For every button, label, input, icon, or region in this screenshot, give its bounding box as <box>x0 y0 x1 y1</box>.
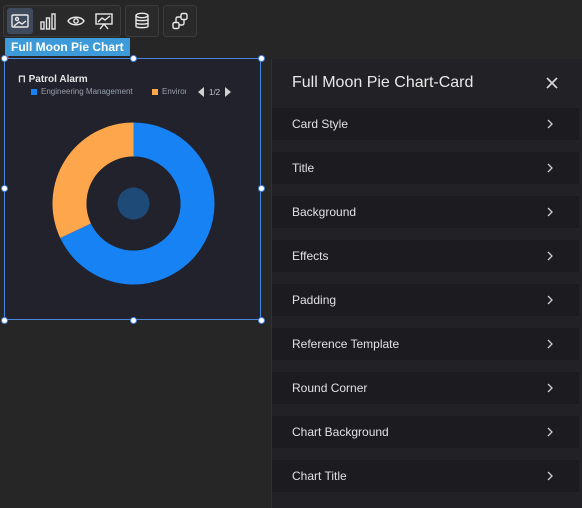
row-label: Chart Background <box>292 425 389 439</box>
chevron-right-icon <box>547 163 553 173</box>
database-icon[interactable] <box>129 8 155 34</box>
row-chart-background[interactable]: Chart Background <box>272 416 579 448</box>
resize-handle-nw[interactable] <box>1 55 8 62</box>
resize-handle-s[interactable] <box>130 317 137 324</box>
chevron-right-icon <box>547 295 553 305</box>
selected-component-label: Full Moon Pie Chart <box>5 38 130 56</box>
pie-chart-widget[interactable]: ⊓ Patrol Alarm Engineering Management En… <box>1 55 265 324</box>
row-background[interactable]: Background <box>272 196 579 228</box>
row-card-style[interactable]: Card Style <box>272 108 579 140</box>
chevron-right-icon <box>547 207 553 217</box>
visibility-icon[interactable] <box>63 8 89 34</box>
resize-handle-ne[interactable] <box>258 55 265 62</box>
chevron-right-icon <box>547 251 553 261</box>
row-label: Chart Title <box>292 469 347 483</box>
data-link-icon[interactable] <box>167 8 193 34</box>
row-label: Reference Template <box>292 337 400 351</box>
resize-handle-se[interactable] <box>258 317 265 324</box>
image-widget-icon[interactable] <box>7 8 33 34</box>
row-label: Effects <box>292 249 329 263</box>
row-label: Round Corner <box>292 381 368 395</box>
row-label: Card Style <box>292 117 349 131</box>
row-label: Background <box>292 205 357 219</box>
pie-center-dot <box>117 187 150 220</box>
row-reference-template[interactable]: Reference Template <box>272 328 579 360</box>
row-title[interactable]: Title <box>272 152 579 184</box>
toolbar-group-link <box>163 5 197 37</box>
row-round-corner[interactable]: Round Corner <box>272 372 579 404</box>
chevron-right-icon <box>547 471 553 481</box>
close-icon[interactable] <box>545 76 559 90</box>
resize-handle-w[interactable] <box>1 185 8 192</box>
bar-chart-icon[interactable] <box>35 8 61 34</box>
panel-title: Full Moon Pie Chart-Card <box>292 74 474 91</box>
chevron-right-icon <box>547 383 553 393</box>
presentation-chart-icon[interactable] <box>91 8 117 34</box>
row-padding[interactable]: Padding <box>272 284 579 316</box>
chevron-right-icon <box>547 339 553 349</box>
pie-chart-canvas <box>52 122 215 285</box>
resize-handle-n[interactable] <box>130 55 137 62</box>
config-panel: Full Moon Pie Chart-Card Card Style Titl… <box>271 59 582 508</box>
toolbar-group-widgets <box>3 5 121 37</box>
row-label: Padding <box>292 293 337 307</box>
resize-handle-e[interactable] <box>258 185 265 192</box>
toolbar <box>3 5 197 37</box>
chevron-right-icon <box>547 427 553 437</box>
panel-header: Full Moon Pie Chart-Card <box>272 59 582 107</box>
chevron-right-icon <box>547 119 553 129</box>
row-chart-title[interactable]: Chart Title <box>272 460 579 492</box>
resize-handle-sw[interactable] <box>1 317 8 324</box>
row-effects[interactable]: Effects <box>272 240 579 272</box>
toolbar-group-data <box>125 5 159 37</box>
row-label: Title <box>292 161 315 175</box>
